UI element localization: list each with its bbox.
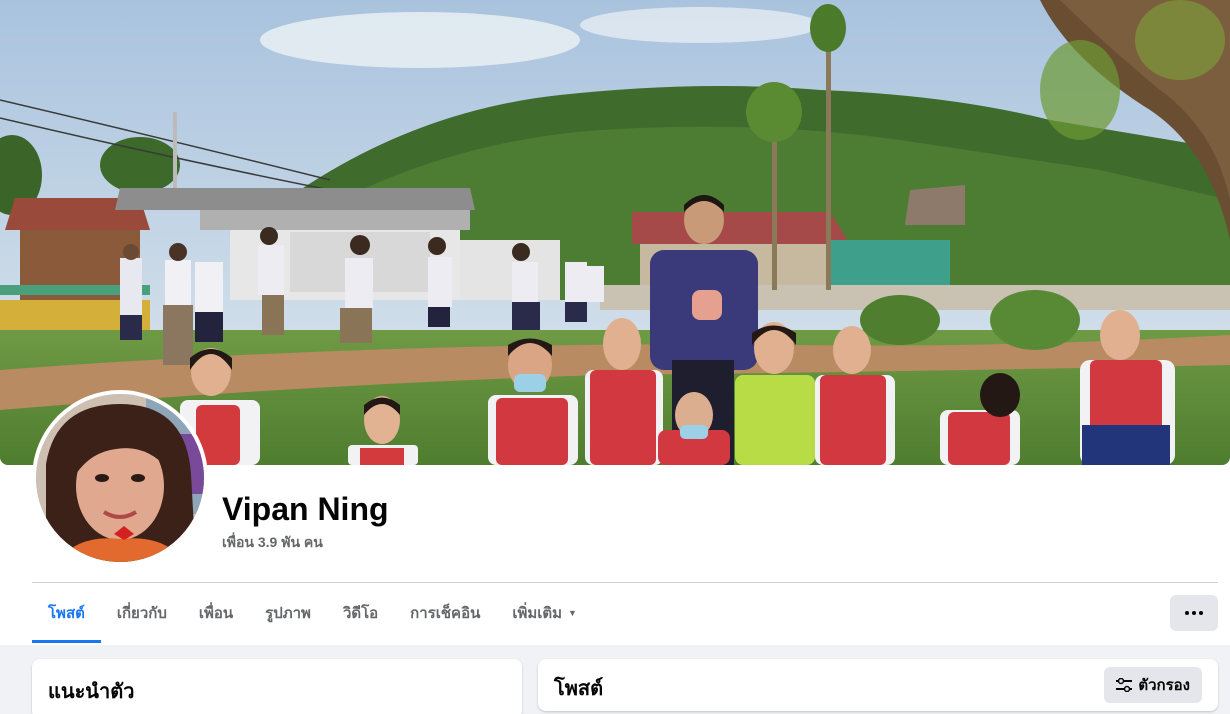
more-icon	[1199, 611, 1203, 615]
more-icon	[1185, 611, 1189, 615]
tab-label: วิดีโอ	[342, 605, 379, 622]
tab-label: รูปภาพ	[265, 605, 311, 622]
more-options-button[interactable]	[1170, 595, 1218, 631]
profile-tabs: โพสต์ เกี่ยวกับ เพื่อน รูปภาพ วิดีโอ การ…	[32, 583, 593, 643]
filter-button[interactable]: ตัวกรอง	[1104, 667, 1202, 703]
cover-photo[interactable]	[0, 0, 1230, 465]
intro-title: แนะนำตัว	[48, 681, 135, 703]
tab-label: เพื่อน	[198, 605, 234, 622]
tab-photos[interactable]: รูปภาพ	[249, 583, 327, 643]
filter-label: ตัวกรอง	[1138, 677, 1190, 694]
tab-label: การเช็คอิน	[410, 605, 481, 622]
tab-friends[interactable]: เพื่อน	[183, 583, 249, 643]
posts-card: โพสต์ ตัวกรอง	[538, 659, 1218, 711]
cover-photo-image	[0, 0, 1230, 465]
tab-posts[interactable]: โพสต์	[32, 583, 101, 643]
tab-label: เพิ่มเติม	[512, 605, 563, 622]
tab-videos[interactable]: วิดีโอ	[327, 583, 394, 643]
caret-down-icon: ▼	[568, 608, 577, 618]
filter-icon	[1116, 678, 1133, 692]
profile-header: Vipan Ning เพื่อน 3.9 พัน คน โพสต์ เกี่ย…	[0, 0, 1230, 645]
tab-checkins[interactable]: การเช็คอิน	[394, 583, 496, 643]
posts-title: โพสต์	[554, 678, 604, 700]
profile-name: Vipan Ning	[222, 491, 389, 527]
intro-card: แนะนำตัว	[32, 659, 522, 714]
tab-about[interactable]: เกี่ยวกับ	[101, 583, 183, 643]
profile-picture[interactable]	[32, 390, 208, 566]
avatar	[36, 394, 204, 562]
tab-more[interactable]: เพิ่มเติม ▼	[496, 583, 593, 643]
tab-label: เกี่ยวกับ	[116, 605, 167, 622]
more-icon	[1192, 611, 1196, 615]
tab-label: โพสต์	[48, 605, 85, 622]
friends-count[interactable]: เพื่อน 3.9 พัน คน	[222, 532, 323, 554]
